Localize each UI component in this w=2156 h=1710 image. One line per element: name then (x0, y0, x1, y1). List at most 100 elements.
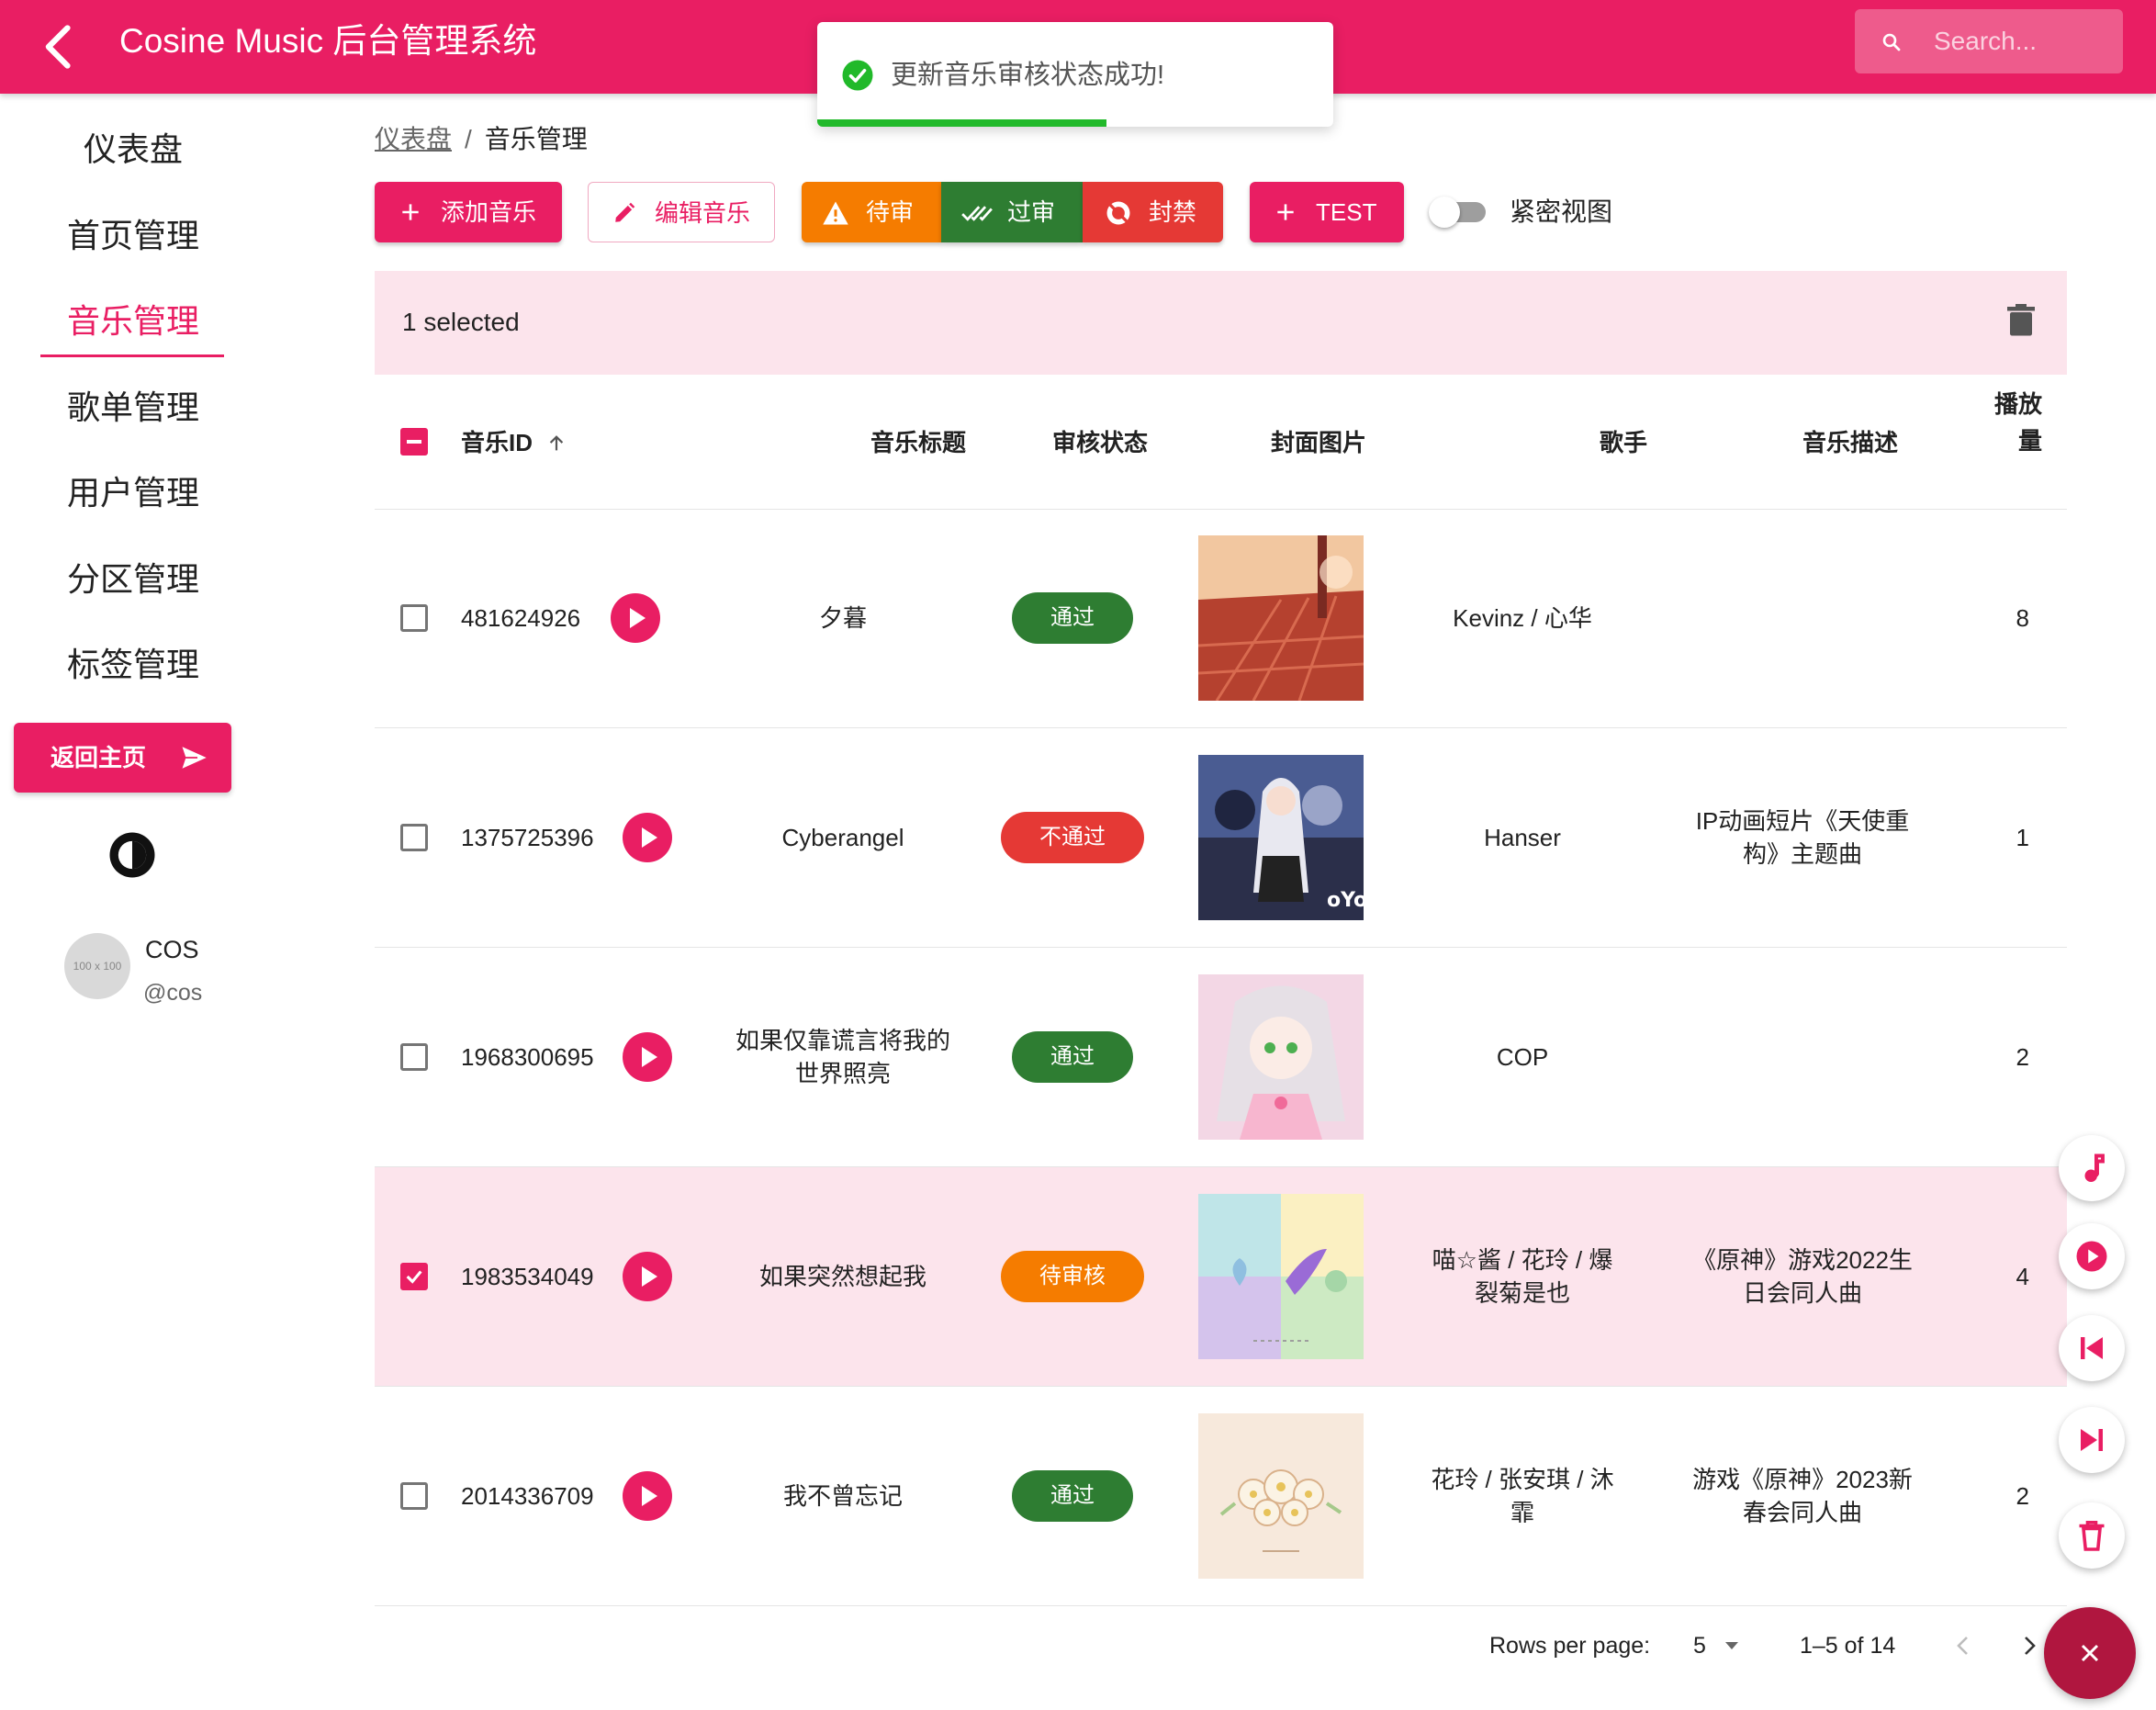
sidebar-item-section-management[interactable]: 分区管理 (0, 557, 266, 602)
music-title: 如果突然想起我 (714, 1260, 971, 1293)
music-title-line: 如果突然想起我 (758, 1263, 926, 1290)
music-description-line: 构》主题曲 (1742, 840, 1862, 868)
close-player-button[interactable] (2044, 1607, 2136, 1699)
header-cover[interactable]: 封面图片 (1263, 424, 1374, 461)
artist-name: Hanser (1412, 821, 1633, 854)
edit-music-button[interactable]: 编辑音乐 (588, 182, 775, 242)
artist-name: Kevinz / 心华 (1412, 602, 1633, 635)
header-artist[interactable]: 歌手 (1559, 424, 1688, 461)
return-home-button[interactable]: 返回主页 (14, 723, 231, 793)
play-button[interactable] (2059, 1223, 2125, 1289)
music-description-line: 游戏《原神》2023新 (1692, 1466, 1913, 1493)
sidebar-item-home-management[interactable]: 首页管理 (0, 213, 266, 259)
previous-track-button[interactable] (2059, 1315, 2125, 1381)
selection-count: 1 selected (402, 308, 520, 336)
artist-name-line: 花玲 / 张安琪 / 沐 (1431, 1466, 1614, 1493)
check-circle-icon (842, 60, 873, 91)
pagination-range: 1–5 of 14 (1800, 1633, 1896, 1659)
ban-button[interactable]: 封禁 (1083, 182, 1223, 242)
toast-progress-bar (817, 119, 1106, 127)
search-placeholder: Search... (1934, 27, 2038, 55)
sidebar-item-dashboard[interactable]: 仪表盘 (0, 127, 266, 173)
header-title[interactable]: 音乐标题 (856, 424, 966, 461)
table-row[interactable]: 1968300695 如果仅靠谎言将我的 世界照亮 通过 COP 2 (375, 948, 2067, 1167)
rows-per-page-select[interactable]: 5 (1693, 1629, 1740, 1662)
status-badge[interactable]: 通过 (1012, 1031, 1133, 1083)
back-arrow-icon[interactable] (33, 20, 86, 73)
play-track-button[interactable] (623, 1252, 672, 1301)
header-description[interactable]: 音乐描述 (1791, 424, 1910, 461)
select-all-checkbox[interactable] (400, 428, 428, 456)
header-plays[interactable]: 播放 量 (1982, 386, 2042, 459)
cover-image (1198, 1413, 1364, 1579)
search-icon (1882, 33, 1901, 51)
double-check-icon (961, 206, 993, 221)
header-plays-line2: 量 (2017, 427, 2042, 455)
toggle-knob (1429, 197, 1460, 228)
music-description-line: 《原神》游戏2022生 (1692, 1246, 1913, 1274)
add-music-button[interactable]: 添加音乐 (375, 182, 562, 242)
row-checkbox[interactable] (400, 824, 428, 851)
status-badge[interactable]: 不通过 (1001, 812, 1144, 863)
sidebar-item-tag-management[interactable]: 标签管理 (0, 642, 266, 688)
row-checkbox[interactable] (400, 1263, 428, 1290)
artist-name-line: 裂菊是也 (1474, 1279, 1570, 1307)
plus-icon (1277, 204, 1294, 220)
status-badge[interactable]: 通过 (1012, 592, 1133, 644)
warning-icon (823, 201, 848, 225)
play-track-button[interactable] (623, 813, 672, 862)
ban-icon (1106, 201, 1130, 225)
delete-selected-icon[interactable] (2007, 304, 2035, 337)
cover-image (1198, 535, 1364, 701)
app-title: Cosine Music 后台管理系统 (119, 22, 537, 60)
artist-name-line: 喵☆酱 / 花玲 / 爆 (1432, 1246, 1613, 1274)
music-id: 1968300695 (461, 1043, 594, 1071)
header-music-id[interactable]: 音乐ID (461, 424, 567, 461)
breadcrumb-dashboard-link[interactable]: 仪表盘 (375, 125, 452, 153)
delete-track-button[interactable] (2059, 1502, 2125, 1569)
table-row[interactable]: 1983534049 如果突然想起我 待审核 喵☆酱 / 花玲 / 爆裂菊是也 《原神》… (375, 1167, 2067, 1387)
play-track-button[interactable] (611, 593, 660, 643)
test-button[interactable]: TEST (1250, 182, 1404, 242)
next-track-button[interactable] (2059, 1407, 2125, 1473)
status-badge[interactable]: 通过 (1012, 1470, 1133, 1522)
cover-image: oYo (1198, 755, 1364, 920)
add-music-label: 添加音乐 (441, 198, 537, 226)
music-note-button[interactable] (2059, 1135, 2125, 1201)
approve-button[interactable]: 过审 (941, 182, 1083, 242)
music-title: 夕暮 (714, 602, 971, 635)
avatar: 100 x 100 (64, 933, 130, 999)
table-row[interactable]: 481624926 夕暮 通过 Kevinz / 心华 8 (375, 509, 2067, 728)
row-checkbox[interactable] (400, 604, 428, 632)
music-id: 1983534049 (461, 1263, 594, 1290)
music-description-line: IP动画短片《天使重 (1695, 807, 1910, 835)
theme-toggle-icon[interactable] (107, 829, 158, 881)
play-track-button[interactable] (623, 1471, 672, 1521)
search-field[interactable]: Search... (1855, 9, 2123, 73)
play-track-button[interactable] (623, 1032, 672, 1082)
sidebar-item-music-management[interactable]: 音乐管理 (0, 298, 266, 344)
row-checkbox[interactable] (400, 1482, 428, 1510)
send-icon (179, 743, 211, 772)
dense-view-toggle[interactable] (1429, 195, 1488, 228)
plus-icon (402, 204, 419, 220)
header-status[interactable]: 审核状态 (1045, 424, 1155, 461)
row-checkbox[interactable] (400, 1043, 428, 1071)
set-pending-button[interactable]: 待审 (802, 182, 941, 242)
header-plays-line1: 播放 (1993, 390, 2042, 418)
sidebar-item-user-management[interactable]: 用户管理 (0, 470, 266, 516)
test-label: TEST (1316, 198, 1377, 226)
play-icon (2076, 1241, 2107, 1272)
table-row[interactable]: 1375725396 Cyberangel 不通过 oYo Hanser IP动画短片《天… (375, 728, 2067, 948)
status-badge[interactable]: 待审核 (1001, 1251, 1144, 1302)
table-row[interactable]: 2014336709 我不曾忘记 通过 花玲 / 张安琪 / 沐霏游戏《原神》2023… (375, 1387, 2067, 1606)
user-handle: @cos (143, 980, 203, 1006)
selection-bar: 1 selected (375, 271, 2067, 375)
play-count: 1 (2016, 824, 2029, 851)
music-title: 我不曾忘记 (714, 1479, 971, 1513)
play-count: 2 (2016, 1482, 2029, 1510)
sort-ascending-icon[interactable] (546, 433, 567, 454)
next-page-icon[interactable] (2020, 1635, 2038, 1657)
previous-page-icon[interactable] (1954, 1635, 1972, 1657)
sidebar-item-playlist-management[interactable]: 歌单管理 (0, 385, 266, 431)
